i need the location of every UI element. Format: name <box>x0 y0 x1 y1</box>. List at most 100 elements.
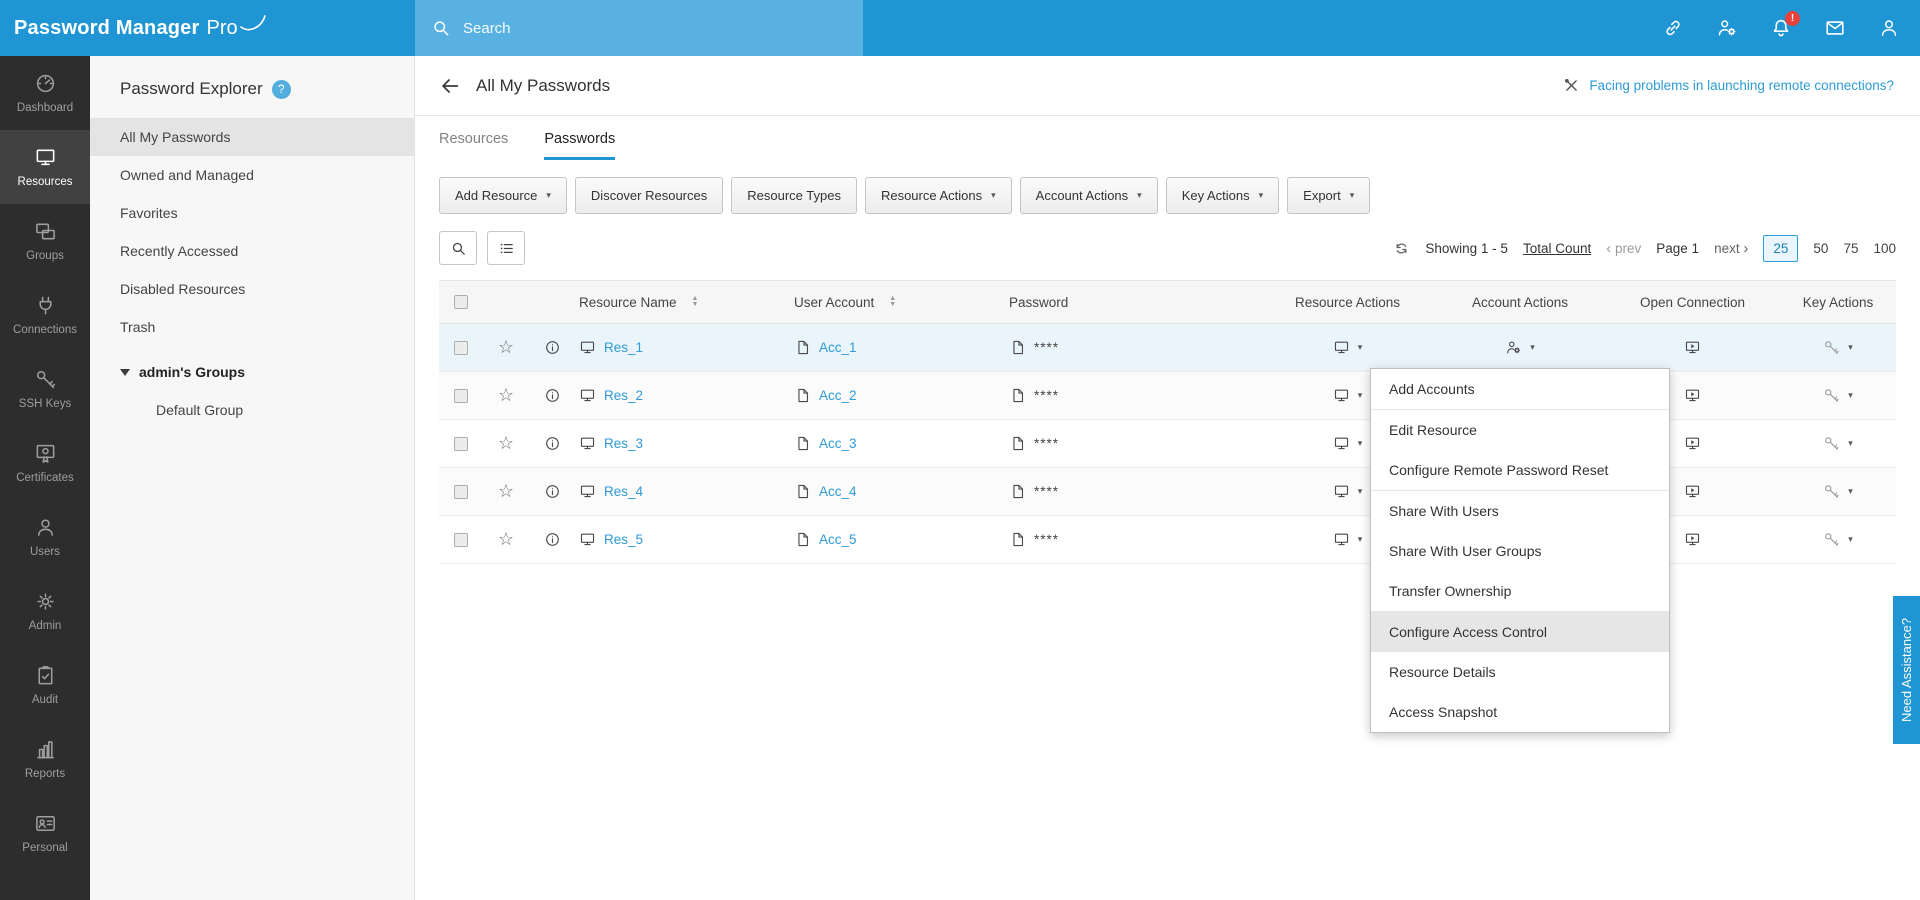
info-icon[interactable] <box>544 531 561 548</box>
page-size-25[interactable]: 25 <box>1763 234 1799 262</box>
add-resource-button[interactable]: Add Resource ▾ <box>439 177 567 214</box>
resource-link[interactable]: Res_5 <box>604 532 643 547</box>
table-row[interactable]: ☆ Res_2 Acc_2 **** ▾ ▾ ▾ <box>439 372 1896 420</box>
search-input[interactable] <box>463 19 847 37</box>
password-doc-icon[interactable] <box>1009 483 1026 500</box>
resource-link[interactable]: Res_4 <box>604 484 643 499</box>
tree-child-default-group[interactable]: Default Group <box>90 392 414 428</box>
sidebar-item-audit[interactable]: Audit <box>0 648 90 722</box>
tab-resources[interactable]: Resources <box>439 131 508 160</box>
menu-item-share-with-user-groups[interactable]: Share With User Groups <box>1371 531 1669 571</box>
resource-link[interactable]: Res_2 <box>604 388 643 403</box>
resource-link[interactable]: Res_3 <box>604 436 643 451</box>
menu-item-transfer-ownership[interactable]: Transfer Ownership <box>1371 571 1669 611</box>
page-size-100[interactable]: 100 <box>1873 241 1896 256</box>
sidebar-item-admin[interactable]: Admin <box>0 574 90 648</box>
column-user-account[interactable]: User Account ▲ ▼ <box>790 295 1005 310</box>
account-link[interactable]: Acc_1 <box>819 340 857 355</box>
menu-item-configure-access-control[interactable]: Configure Access Control <box>1371 611 1669 652</box>
open-connection-button[interactable] <box>1605 339 1780 356</box>
key-actions-button[interactable]: Key Actions ▾ <box>1165 177 1280 214</box>
account-link[interactable]: Acc_4 <box>819 484 857 499</box>
row-checkbox[interactable] <box>454 532 468 547</box>
favorite-star-icon[interactable]: ☆ <box>498 337 514 358</box>
tree-expand-icon[interactable] <box>120 368 130 376</box>
account-actions-menu-button[interactable]: ▾ <box>1435 339 1605 356</box>
table-row[interactable]: ☆ Res_1 Acc_1 **** ▾ ▾ ▾ <box>439 324 1896 372</box>
table-search-button[interactable] <box>439 231 477 265</box>
password-doc-icon[interactable] <box>1009 339 1026 356</box>
account-link[interactable]: Acc_5 <box>819 532 857 547</box>
favorite-star-icon[interactable]: ☆ <box>498 433 514 454</box>
sidebar-item-connections[interactable]: Connections <box>0 278 90 352</box>
info-icon[interactable] <box>544 339 561 356</box>
user-profile-icon[interactable] <box>1878 17 1900 39</box>
info-icon[interactable] <box>544 435 561 452</box>
explorer-item-recently-accessed[interactable]: Recently Accessed <box>90 232 414 270</box>
help-icon[interactable]: ? <box>271 79 291 99</box>
table-row[interactable]: ☆ Res_5 Acc_5 **** ▾ ▾ ▾ <box>439 516 1896 564</box>
refresh-icon[interactable] <box>1393 240 1410 257</box>
table-row[interactable]: ☆ Res_3 Acc_3 **** ▾ ▾ ▾ <box>439 420 1896 468</box>
account-link[interactable]: Acc_3 <box>819 436 857 451</box>
total-count-link[interactable]: Total Count <box>1523 241 1591 256</box>
menu-item-add-accounts[interactable]: Add Accounts <box>1371 369 1669 409</box>
next-page-button[interactable]: next › <box>1714 240 1748 257</box>
menu-item-configure-remote-password-reset[interactable]: Configure Remote Password Reset <box>1371 450 1669 490</box>
password-doc-icon[interactable] <box>1009 435 1026 452</box>
sidebar-item-reports[interactable]: Reports <box>0 722 90 796</box>
sidebar-item-users[interactable]: Users <box>0 500 90 574</box>
sidebar-item-ssh-keys[interactable]: SSH Keys <box>0 352 90 426</box>
explorer-item-favorites[interactable]: Favorites <box>90 194 414 232</box>
row-checkbox[interactable] <box>454 340 468 355</box>
select-all-checkbox[interactable] <box>454 295 468 309</box>
sidebar-item-dashboard[interactable]: Dashboard <box>0 56 90 130</box>
page-size-75[interactable]: 75 <box>1843 241 1858 256</box>
column-resource-name[interactable]: Resource Name ▲ ▼ <box>575 295 790 310</box>
row-checkbox[interactable] <box>454 436 468 451</box>
back-arrow-icon[interactable] <box>439 75 461 97</box>
discover-resources-button[interactable]: Discover Resources <box>574 177 724 214</box>
menu-item-access-snapshot[interactable]: Access Snapshot <box>1371 692 1669 732</box>
sidebar-item-personal[interactable]: Personal <box>0 796 90 870</box>
explorer-item-trash[interactable]: Trash <box>90 308 414 346</box>
tab-passwords[interactable]: Passwords <box>544 131 616 160</box>
key-actions-menu-button[interactable]: ▾ <box>1780 339 1896 356</box>
key-actions-menu-button[interactable]: ▾ <box>1780 387 1896 404</box>
info-icon[interactable] <box>544 483 561 500</box>
account-link[interactable]: Acc_2 <box>819 388 857 403</box>
need-assistance-tab[interactable]: Need Assistance? <box>1893 596 1920 744</box>
key-actions-menu-button[interactable]: ▾ <box>1780 483 1896 500</box>
password-doc-icon[interactable] <box>1009 387 1026 404</box>
remote-connection-link-icon[interactable] <box>1662 17 1684 39</box>
explorer-item-owned-and-managed[interactable]: Owned and Managed <box>90 156 414 194</box>
tree-node-admins-groups[interactable]: admin's Groups <box>90 352 414 392</box>
table-row[interactable]: ☆ Res_4 Acc_4 **** ▾ ▾ ▾ <box>439 468 1896 516</box>
key-actions-menu-button[interactable]: ▾ <box>1780 531 1896 548</box>
prev-page-button[interactable]: ‹ prev <box>1606 240 1641 257</box>
notifications-bell-icon[interactable]: ! <box>1770 11 1800 39</box>
resource-actions-menu-button[interactable]: ▾ <box>1260 339 1435 356</box>
sidebar-item-groups[interactable]: Groups <box>0 204 90 278</box>
user-admin-icon[interactable] <box>1716 17 1738 39</box>
page-size-50[interactable]: 50 <box>1813 241 1828 256</box>
sidebar-item-certificates[interactable]: Certificates <box>0 426 90 500</box>
favorite-star-icon[interactable]: ☆ <box>498 385 514 406</box>
explorer-item-all-my-passwords[interactable]: All My Passwords <box>90 118 414 156</box>
row-checkbox[interactable] <box>454 388 468 403</box>
column-chooser-button[interactable] <box>487 231 525 265</box>
sidebar-item-resources[interactable]: Resources <box>0 130 90 204</box>
resource-actions-button[interactable]: Resource Actions ▾ <box>864 177 1012 214</box>
mail-icon[interactable] <box>1824 17 1846 39</box>
favorite-star-icon[interactable]: ☆ <box>498 529 514 550</box>
resource-link[interactable]: Res_1 <box>604 340 643 355</box>
menu-item-share-with-users[interactable]: Share With Users <box>1371 490 1669 531</box>
menu-item-resource-details[interactable]: Resource Details <box>1371 652 1669 692</box>
account-actions-button[interactable]: Account Actions ▾ <box>1019 177 1158 214</box>
menu-item-edit-resource[interactable]: Edit Resource <box>1371 409 1669 450</box>
password-doc-icon[interactable] <box>1009 531 1026 548</box>
info-icon[interactable] <box>544 387 561 404</box>
export-button[interactable]: Export ▾ <box>1287 177 1371 214</box>
resource-types-button[interactable]: Resource Types <box>731 177 857 214</box>
remote-connections-help-link[interactable]: Facing problems in launching remote conn… <box>1589 78 1894 93</box>
